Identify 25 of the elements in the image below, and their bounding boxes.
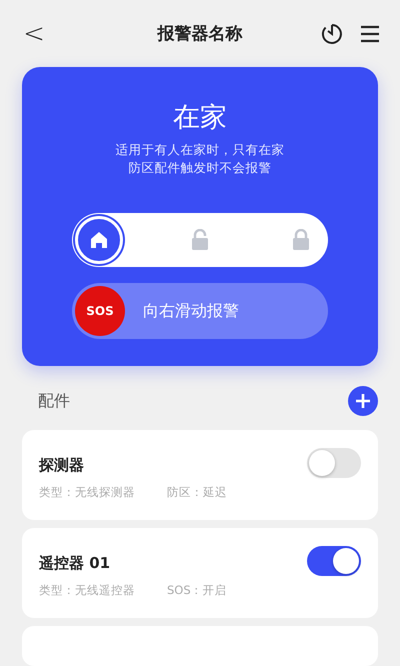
add-button[interactable] — [348, 386, 378, 416]
mode-description: 防区配件触发时不会报警 — [128, 159, 272, 178]
home-icon — [89, 230, 109, 250]
sos-hint: 向右滑动报警 — [143, 300, 239, 322]
mode-button[interactable] — [75, 216, 123, 264]
accessory-type: 类型：无线遥控器 — [39, 583, 135, 598]
menu-icon[interactable] — [360, 24, 380, 43]
page-title: 报警器名称 — [156, 23, 244, 46]
sos-slider[interactable]: SOS 向右滑动报警 — [72, 283, 328, 340]
lock-icon — [291, 229, 311, 252]
accessory-detail: SOS：开启 — [167, 583, 227, 598]
accessory-detail: 防区：延迟 — [167, 485, 227, 500]
accessory-name: 探测器 — [39, 456, 85, 475]
back-button[interactable]: < — [22, 18, 46, 49]
toggle-switch[interactable] — [307, 448, 361, 478]
mode-title: 在家 — [173, 101, 227, 136]
mode-description: 适用于有人在家时，只有在家 — [116, 141, 284, 160]
accessory-name: 遥控器 01 — [39, 554, 112, 573]
toggle-switch[interactable] — [307, 546, 361, 576]
accessory-type: 类型：无线探测器 — [39, 485, 135, 500]
sos-button[interactable]: SOS — [75, 286, 125, 336]
plus-icon — [355, 393, 371, 409]
section-title: 配件 — [38, 390, 70, 412]
timer-icon[interactable] — [320, 22, 344, 46]
unlock-icon — [190, 229, 210, 252]
